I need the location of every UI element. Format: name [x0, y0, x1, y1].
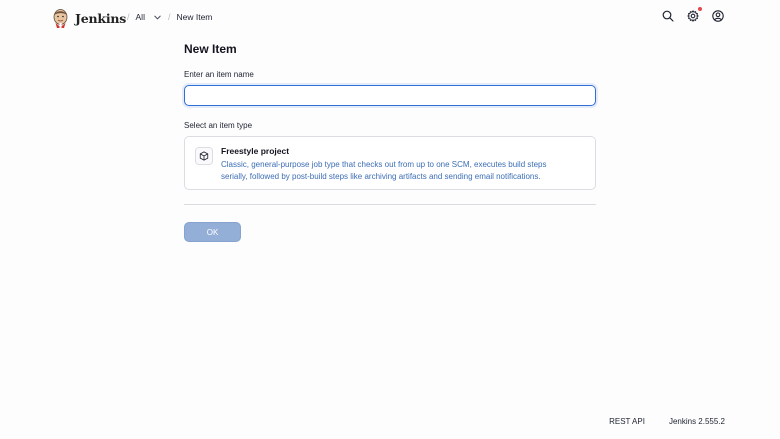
- item-name-input[interactable]: [184, 85, 596, 106]
- form-divider: [184, 204, 596, 205]
- user-circle-icon: [712, 10, 724, 22]
- jenkins-version-link[interactable]: Jenkins 2.555.2: [669, 417, 725, 426]
- breadcrumb-all[interactable]: All: [136, 12, 145, 22]
- search-icon: [662, 10, 674, 22]
- chevron-down-icon[interactable]: [153, 13, 162, 22]
- notification-dot: [698, 7, 702, 11]
- user-account-button[interactable]: [712, 10, 724, 22]
- jenkins-logo-icon: [53, 9, 68, 28]
- cube-icon: [195, 147, 213, 165]
- header-actions: [662, 7, 724, 22]
- jenkins-home-link[interactable]: Jenkins: [52, 8, 126, 28]
- rest-api-link[interactable]: REST API: [609, 417, 645, 426]
- item-type-freestyle-project[interactable]: Freestyle project Classic, general-purpo…: [184, 136, 596, 190]
- page-title: New Item: [184, 42, 237, 56]
- breadcrumb-separator: /: [167, 12, 171, 22]
- breadcrumb-new-item: New Item: [176, 12, 213, 22]
- brand-name: Jenkins: [75, 10, 127, 26]
- page-footer: REST API Jenkins 2.555.2: [609, 417, 725, 426]
- item-type-title: Freestyle project: [221, 146, 290, 156]
- ok-button[interactable]: OK: [184, 222, 241, 242]
- breadcrumb-separator: /: [127, 12, 130, 22]
- gear-icon: [687, 10, 699, 22]
- search-button[interactable]: [662, 10, 674, 22]
- breadcrumb: / All / New Item: [121, 12, 212, 22]
- new-item-form: New Item Enter an item name Select an it…: [184, 40, 596, 242]
- cube-icon-graphic: [199, 151, 209, 161]
- item-name-label: Enter an item name: [184, 70, 254, 79]
- manage-jenkins-button[interactable]: [687, 7, 702, 22]
- item-type-label: Select an item type: [184, 121, 253, 130]
- page-header: Jenkins / All / New Item: [0, 0, 780, 36]
- item-type-description: Classic, general-purpose job type that c…: [221, 160, 547, 181]
